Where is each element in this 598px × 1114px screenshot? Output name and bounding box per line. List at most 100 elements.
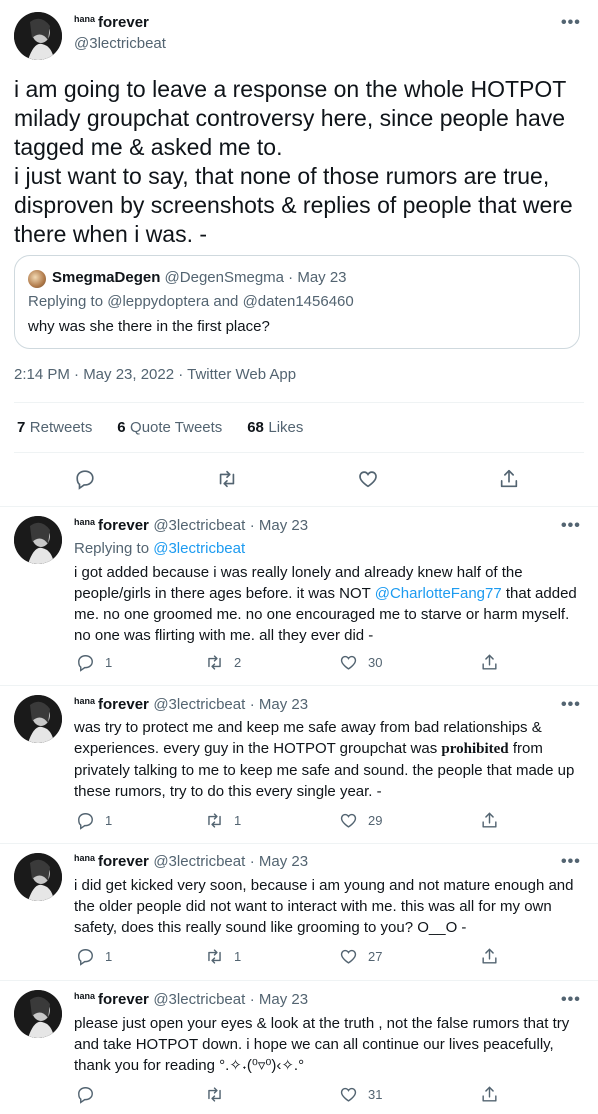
like-icon[interactable] <box>357 468 379 495</box>
replying-mention[interactable]: @3lectricbeat <box>153 540 245 557</box>
reply-icon <box>78 949 93 966</box>
reply-author-handle[interactable]: @3lectricbeat <box>153 991 245 1008</box>
reply-avatar[interactable] <box>14 853 62 901</box>
reply-button[interactable]: 1 <box>76 653 112 672</box>
replying-prefix: Replying to <box>28 293 104 310</box>
reply-author-name[interactable]: forever <box>98 517 149 534</box>
like-count: 31 <box>368 1087 383 1102</box>
reply-text: i got added because i was really lonely … <box>74 562 586 646</box>
like-icon <box>340 949 357 964</box>
quote-tweets-stat[interactable]: 6 Quote Tweets <box>117 419 222 436</box>
retweets-stat[interactable]: 7 Retweets <box>17 419 92 436</box>
name-superscript: hana <box>74 696 96 706</box>
retweet-count: 2 <box>234 655 242 670</box>
reply-header: hana forever @3lectricbeat · May 23 <box>74 517 308 535</box>
reply-date[interactable]: · May 23 <box>250 991 308 1008</box>
like-count: 27 <box>368 949 383 964</box>
reply-date[interactable]: · May 23 <box>250 517 308 534</box>
quote-text: why was she there in the first place? <box>28 318 270 335</box>
tweet-text: i am going to leave a response on the wh… <box>14 76 573 247</box>
retweet-button[interactable]: 1 <box>205 811 241 830</box>
reply-date[interactable]: · May 23 <box>250 853 308 870</box>
reply-author-handle[interactable]: @3lectricbeat <box>153 853 245 870</box>
reply-avatar[interactable] <box>14 516 62 564</box>
reply-header: hana forever @3lectricbeat · May 23 <box>74 853 308 871</box>
quotes-count: 6 <box>117 419 126 436</box>
retweet-icon[interactable] <box>216 468 238 495</box>
reply-author-handle[interactable]: @3lectricbeat <box>153 696 245 713</box>
tweet-stats: 7 Retweets 6 Quote Tweets 68 Likes <box>17 419 303 437</box>
divider <box>14 402 584 403</box>
tweet-timestamp[interactable]: 2:14 PM · May 23, 2022 · Twitter Web App <box>14 366 296 383</box>
reply-icon <box>78 655 93 672</box>
reply-count: 1 <box>105 655 113 670</box>
retweet-count: 1 <box>234 813 242 828</box>
name-text: forever <box>98 14 149 31</box>
reply-author-handle[interactable]: @3lectricbeat <box>153 517 245 534</box>
quote-header: SmegmaDegen @DegenSmegma · May 23 <box>52 268 347 288</box>
share-icon <box>482 948 497 964</box>
retweet-button[interactable]: 2 <box>205 653 241 672</box>
reply-avatar[interactable] <box>14 990 62 1038</box>
quote-author-name: SmegmaDegen <box>52 269 161 286</box>
quote-avatar <box>28 270 46 288</box>
quotes-label: Quote Tweets <box>130 419 223 436</box>
share-button[interactable] <box>480 811 509 830</box>
reply-button[interactable] <box>76 1085 105 1104</box>
retweet-button[interactable]: 1 <box>205 947 241 966</box>
more-options-button[interactable]: ••• <box>561 696 581 714</box>
more-options-button[interactable]: ••• <box>561 517 581 535</box>
replying-mention: @leppydoptera <box>107 293 210 310</box>
quote-replying-to: Replying to @leppydoptera and @daten1456… <box>28 292 354 312</box>
mention-link[interactable]: @CharlotteFang77 <box>375 585 502 602</box>
replying-prefix: Replying to <box>74 540 150 557</box>
reply-date[interactable]: · May 23 <box>250 696 308 713</box>
divider <box>0 506 598 507</box>
retweet-button[interactable] <box>205 1085 234 1104</box>
share-button[interactable] <box>480 1085 509 1104</box>
reply-icon[interactable] <box>74 468 96 495</box>
divider <box>0 685 598 686</box>
reply-author-name[interactable]: forever <box>98 991 149 1008</box>
like-icon <box>340 1087 357 1102</box>
quoted-tweet[interactable]: SmegmaDegen @DegenSmegma · May 23 Replyi… <box>14 255 580 349</box>
reply-header: hana forever @3lectricbeat · May 23 <box>74 991 308 1009</box>
reply-button[interactable]: 1 <box>76 811 112 830</box>
replying-to: Replying to @3lectricbeat <box>74 540 245 557</box>
reply-icon <box>78 813 93 830</box>
like-button[interactable]: 29 <box>339 811 382 830</box>
more-options-button[interactable]: ••• <box>561 853 581 871</box>
like-button[interactable]: 30 <box>339 653 382 672</box>
share-button[interactable] <box>480 653 509 672</box>
like-icon <box>340 655 357 670</box>
retweet-count: 1 <box>234 949 242 964</box>
like-button[interactable]: 27 <box>339 947 382 966</box>
reply-author-name[interactable]: forever <box>98 696 149 713</box>
reply-button[interactable]: 1 <box>76 947 112 966</box>
reply-avatar[interactable] <box>14 695 62 743</box>
divider <box>14 452 584 453</box>
replying-and: and <box>213 293 239 310</box>
like-icon <box>340 813 357 828</box>
more-options-button[interactable]: ••• <box>561 14 581 32</box>
author-avatar[interactable] <box>14 12 62 60</box>
share-button[interactable] <box>480 947 509 966</box>
author-handle[interactable]: @3lectricbeat <box>74 35 166 52</box>
like-button[interactable]: 31 <box>339 1085 382 1104</box>
share-icon[interactable] <box>498 468 520 495</box>
reply-text: i did get kicked very soon, because i am… <box>74 877 574 936</box>
divider <box>0 980 598 981</box>
reply-icon <box>78 1087 93 1104</box>
likes-count: 68 <box>247 419 264 436</box>
quote-author-handle: @DegenSmegma <box>164 269 284 286</box>
name-superscript: hana <box>74 991 96 1001</box>
author-name[interactable]: hana forever <box>74 14 149 32</box>
more-options-button[interactable]: ••• <box>561 991 581 1009</box>
reply-count: 1 <box>105 949 113 964</box>
divider <box>0 843 598 844</box>
reply-count: 1 <box>105 813 113 828</box>
reply-author-name[interactable]: forever <box>98 853 149 870</box>
retweets-label: Retweets <box>29 419 93 436</box>
reply-text: please just open your eyes & look at the… <box>74 1015 570 1074</box>
likes-stat[interactable]: 68 Likes <box>247 419 303 436</box>
